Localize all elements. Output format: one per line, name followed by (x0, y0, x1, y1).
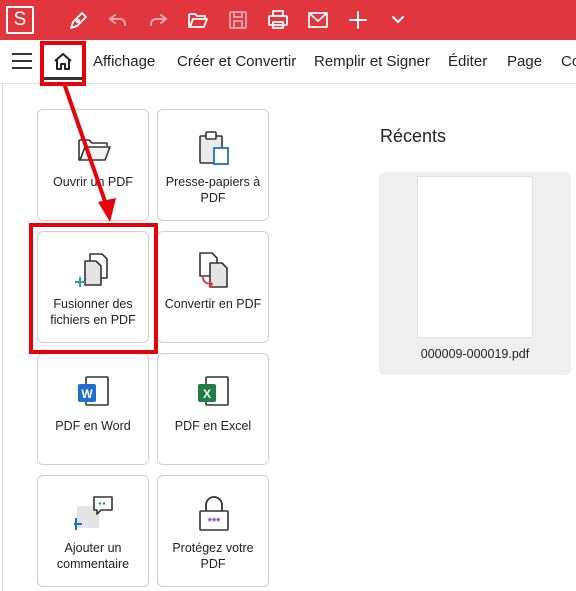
svg-text:X: X (203, 387, 211, 401)
convert-icon (199, 252, 228, 288)
tile-protect-pdf[interactable]: *** Protégez votre PDF (157, 475, 269, 587)
file-thumbnail (417, 176, 533, 338)
mail-icon[interactable] (306, 8, 330, 32)
tab-remplir-signer[interactable]: Remplir et Signer (314, 53, 430, 70)
tile-add-comment[interactable]: Ajouter un commentaire (37, 475, 149, 587)
tile-label: Protégez votre PDF (172, 541, 254, 571)
recent-file-card[interactable]: 000009-000019.pdf (379, 172, 571, 375)
pen-icon[interactable] (67, 8, 91, 32)
title-bar: S (0, 0, 576, 40)
tile-label: Convertir en PDF (164, 297, 262, 311)
svg-text:W: W (81, 387, 93, 401)
menu-bar: Affichage Créer et Convertir Remplir et … (0, 40, 576, 84)
tile-label: Ouvrir un PDF (53, 175, 133, 189)
tab-editer[interactable]: Éditer (448, 53, 487, 70)
comment-icon (74, 496, 113, 530)
tile-pdf-to-word[interactable]: W PDF en Word (37, 353, 149, 465)
app-logo: S (6, 6, 34, 34)
tab-creer-convertir[interactable]: Créer et Convertir (177, 53, 296, 70)
save-icon[interactable] (226, 8, 250, 32)
tile-label: PDF en Word (55, 419, 131, 433)
undo-icon[interactable] (106, 8, 130, 32)
merge-tile-highlight (29, 223, 158, 354)
open-folder-icon (78, 139, 111, 161)
tile-label: PDF en Excel (174, 419, 252, 433)
tab-commenter-truncated[interactable]: Co (561, 53, 576, 70)
tile-open-pdf[interactable]: Ouvrir un PDF (37, 109, 149, 221)
lock-icon: *** (199, 496, 229, 531)
tile-label: Presse-papiers à PDF (165, 175, 261, 205)
tab-affichage[interactable]: Affichage (93, 53, 155, 70)
left-panel-border (2, 84, 3, 591)
open-folder-icon[interactable] (186, 8, 210, 32)
tile-pdf-to-excel[interactable]: X PDF en Excel (157, 353, 269, 465)
recents-title: Récents (380, 126, 447, 146)
hamburger-menu-icon[interactable] (12, 53, 32, 71)
tile-convert-to-pdf[interactable]: Convertir en PDF (157, 231, 269, 343)
recent-file-name: 000009-000019.pdf (420, 347, 530, 361)
redo-icon[interactable] (146, 8, 170, 32)
tile-label: Ajouter un commentaire (56, 541, 130, 571)
tab-page[interactable]: Page (507, 53, 542, 70)
chevron-down-icon[interactable] (386, 8, 410, 32)
svg-text:***: *** (208, 516, 222, 528)
clipboard-icon (199, 131, 229, 165)
word-icon: W (78, 376, 109, 406)
excel-icon: X (198, 376, 229, 406)
home-tab-highlight (40, 41, 86, 86)
print-icon[interactable] (266, 8, 290, 32)
plus-icon[interactable] (346, 8, 370, 32)
tile-clipboard-to-pdf[interactable]: Presse-papiers à PDF (157, 109, 269, 221)
